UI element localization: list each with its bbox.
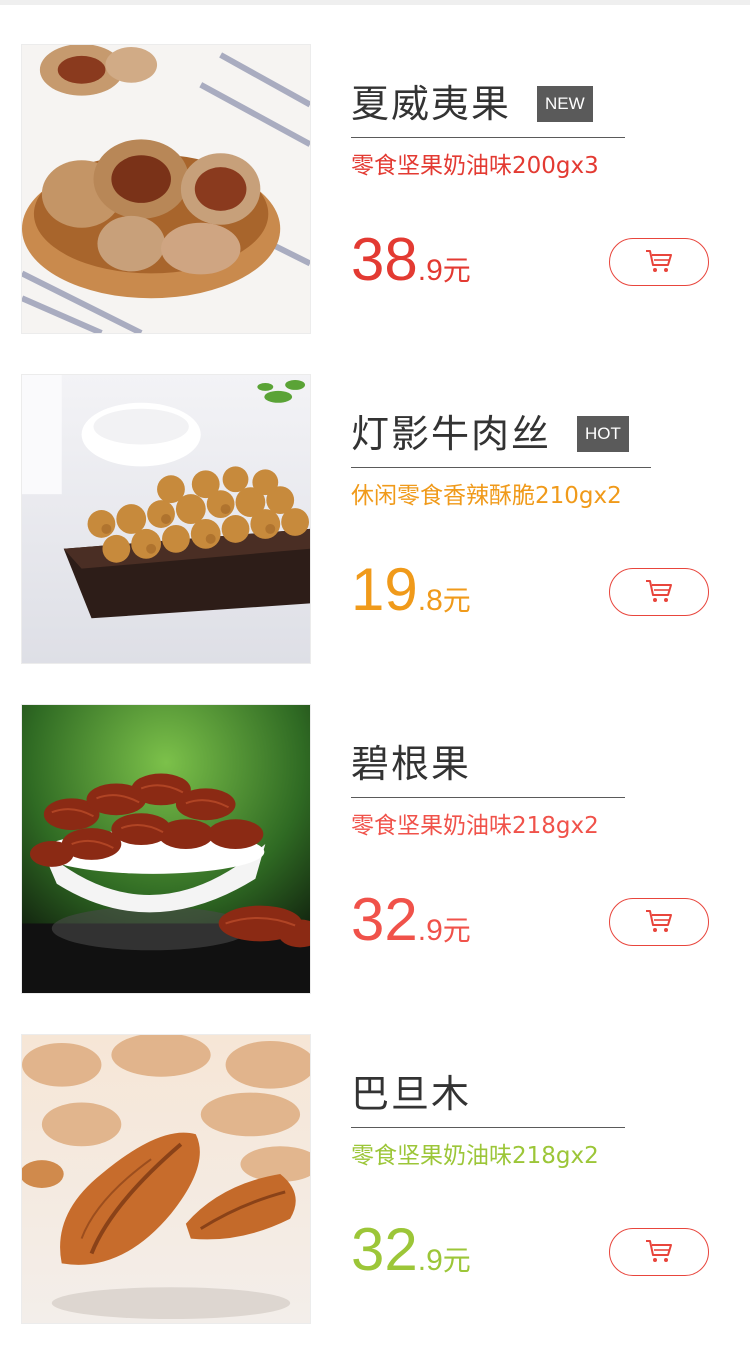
- product-card[interactable]: 碧根果 零食坚果奶油味218gx2 32.9元: [0, 704, 750, 996]
- product-info: 灯影牛肉丝 HOT 休闲零食香辣酥脆210gx2 19.8元: [351, 374, 731, 664]
- product-card[interactable]: 夏威夷果 NEW 零食坚果奶油味200gx3 38.9元: [0, 44, 750, 336]
- price-decimal: .8: [417, 584, 443, 617]
- divider: [351, 1127, 625, 1128]
- price: 38.9元: [351, 220, 471, 316]
- title-row: 碧根果: [351, 740, 471, 788]
- product-image-almonds[interactable]: [21, 1034, 311, 1324]
- product-description: 休闲零食香辣酥脆210gx2: [351, 483, 622, 509]
- title-row: 灯影牛肉丝 HOT: [351, 410, 629, 458]
- add-to-cart-button[interactable]: [609, 238, 709, 286]
- product-name: 灯影牛肉丝: [351, 412, 552, 456]
- hot-badge: HOT: [577, 416, 629, 452]
- cart-icon: [646, 910, 672, 932]
- divider: [351, 467, 651, 468]
- product-info: 巴旦木 零食坚果奶油味218gx2 32.9元: [351, 1034, 731, 1324]
- divider: [351, 137, 625, 138]
- product-name: 巴旦木: [351, 1072, 472, 1116]
- price-integer: 38: [351, 226, 418, 293]
- price-decimal: .9: [417, 1244, 443, 1277]
- add-to-cart-button[interactable]: [609, 568, 709, 616]
- product-card[interactable]: 巴旦木 零食坚果奶油味218gx2 32.9元: [0, 1034, 750, 1326]
- product-description: 零食坚果奶油味218gx2: [351, 1143, 599, 1169]
- price-integer: 19: [351, 556, 418, 623]
- product-description: 零食坚果奶油味200gx3: [351, 153, 599, 179]
- price: 19.8元: [351, 550, 471, 646]
- top-strip: [0, 0, 750, 5]
- price: 32.9元: [351, 1210, 471, 1306]
- product-image-peanuts[interactable]: [21, 374, 311, 664]
- product-info: 夏威夷果 NEW 零食坚果奶油味200gx3 38.9元: [351, 44, 731, 334]
- product-info: 碧根果 零食坚果奶油味218gx2 32.9元: [351, 704, 731, 994]
- price: 32.9元: [351, 880, 471, 976]
- new-badge: NEW: [537, 86, 593, 122]
- product-name: 碧根果: [351, 742, 472, 786]
- price-unit: 元: [442, 254, 471, 287]
- add-to-cart-button[interactable]: [609, 898, 709, 946]
- add-to-cart-button[interactable]: [609, 1228, 709, 1276]
- price-unit: 元: [442, 1244, 471, 1277]
- product-description: 零食坚果奶油味218gx2: [351, 813, 599, 839]
- product-name: 夏威夷果: [351, 82, 512, 126]
- product-card[interactable]: 灯影牛肉丝 HOT 休闲零食香辣酥脆210gx2 19.8元: [0, 374, 750, 666]
- product-image-pecans[interactable]: [21, 44, 311, 334]
- divider: [351, 797, 625, 798]
- title-row: 夏威夷果 NEW: [351, 80, 593, 128]
- title-row: 巴旦木: [351, 1070, 471, 1118]
- product-image-pecan-kernels[interactable]: [21, 704, 311, 994]
- price-decimal: .9: [417, 914, 443, 947]
- price-integer: 32: [351, 1216, 418, 1283]
- price-integer: 32: [351, 886, 418, 953]
- cart-icon: [646, 250, 672, 272]
- price-unit: 元: [442, 914, 471, 947]
- cart-icon: [646, 580, 672, 602]
- price-decimal: .9: [417, 254, 443, 287]
- cart-icon: [646, 1240, 672, 1262]
- price-unit: 元: [442, 584, 471, 617]
